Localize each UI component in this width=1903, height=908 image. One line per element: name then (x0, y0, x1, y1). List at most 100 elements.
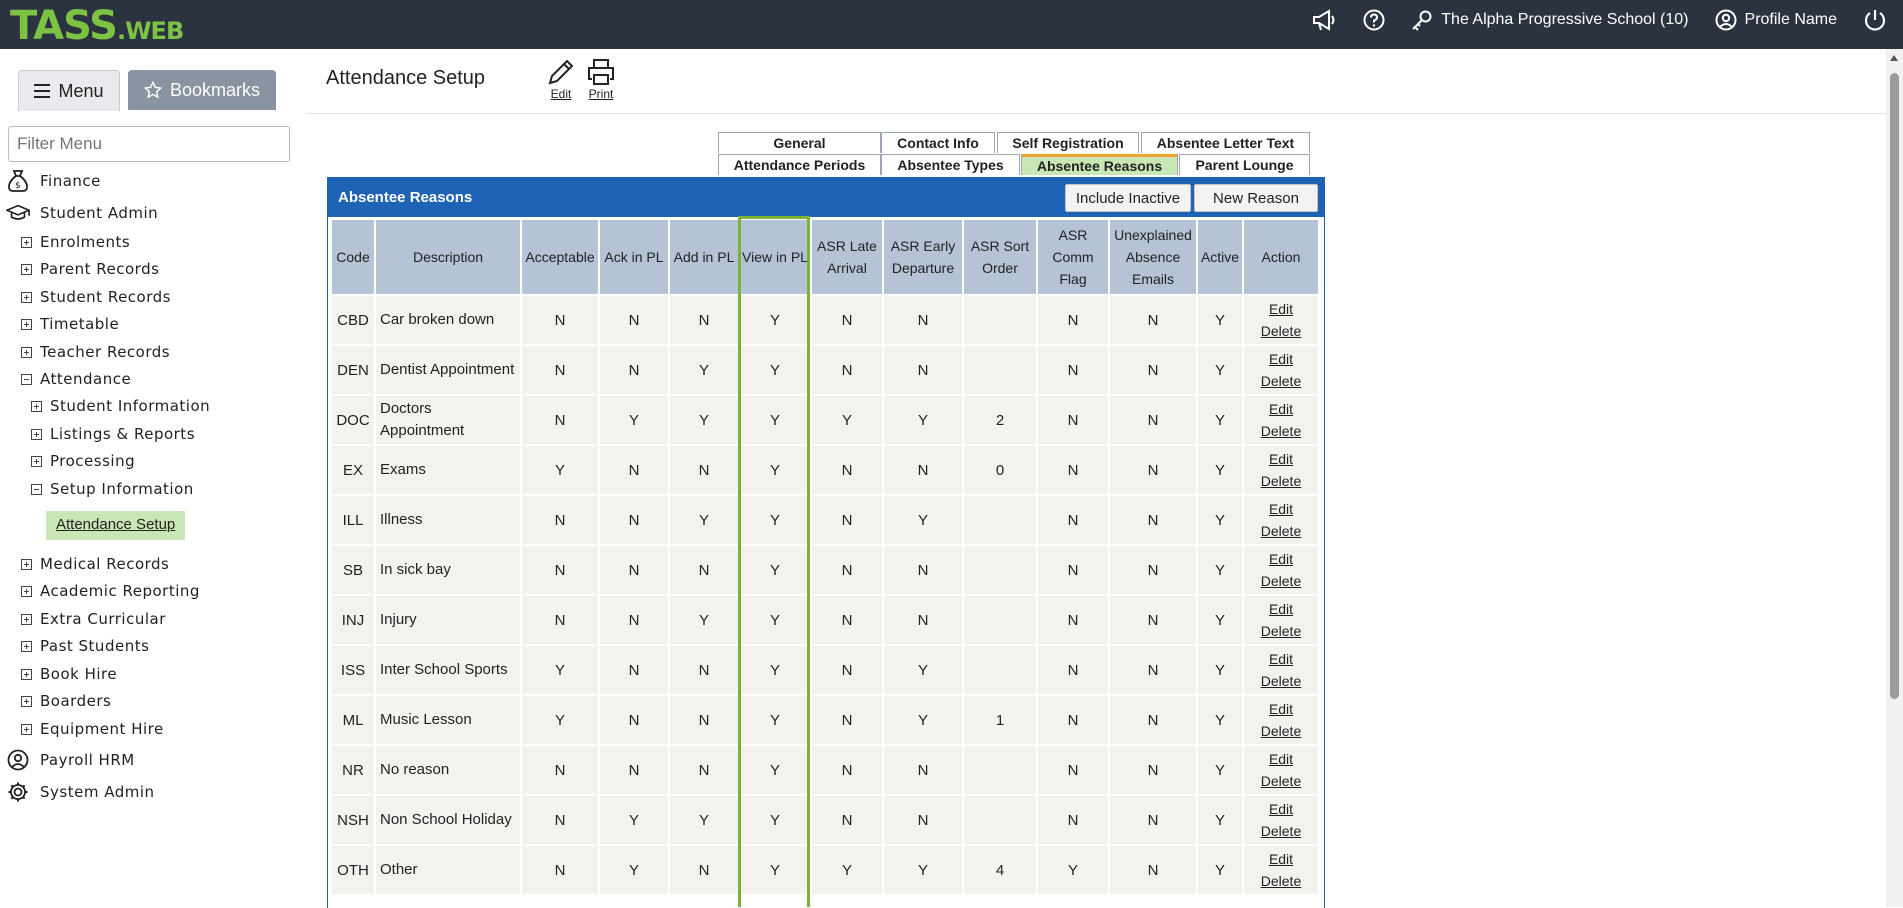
edit-link[interactable]: Edit (1247, 298, 1315, 320)
delete-link[interactable]: Delete (1247, 670, 1315, 692)
nav-student-records[interactable]: Student Records (21, 288, 171, 306)
edit-link[interactable]: Edit (1247, 698, 1315, 720)
edit-link[interactable]: Edit (1247, 498, 1315, 520)
nav-system-admin[interactable]: System Admin (6, 780, 155, 804)
edit-link[interactable]: Edit (1247, 648, 1315, 670)
nav-processing[interactable]: Processing (31, 452, 135, 470)
cell-action: Edit Delete (1242, 844, 1320, 896)
delete-link[interactable]: Delete (1247, 370, 1315, 392)
bookmarks-tab[interactable]: Bookmarks (128, 70, 276, 110)
col-unexplained-absence-emails[interactable]: Unexplained Absence Emails (1108, 218, 1198, 296)
edit-link[interactable]: Edit (1247, 448, 1315, 470)
cell-add-in-pl: N (668, 294, 740, 346)
edit-link[interactable]: Edit (1247, 398, 1315, 420)
col-add-in-pl[interactable]: Add in PL (668, 218, 740, 296)
col-asr-comm-flag[interactable]: ASR Comm Flag (1036, 218, 1110, 296)
nav-teacher-records[interactable]: Teacher Records (21, 343, 170, 361)
col-view-in-pl[interactable]: View in PL (738, 218, 812, 296)
power-icon[interactable] (1863, 8, 1887, 32)
nav-payroll-hrm[interactable]: Payroll HRM (6, 748, 135, 772)
user-circle-icon (6, 748, 30, 772)
tab-contact-info[interactable]: Contact Info (881, 132, 995, 153)
delete-link[interactable]: Delete (1247, 420, 1315, 442)
delete-link[interactable]: Delete (1247, 620, 1315, 642)
expand-icon (21, 723, 32, 735)
col-acceptable[interactable]: Acceptable (520, 218, 600, 296)
tab-parent-lounge[interactable]: Parent Lounge (1179, 154, 1310, 175)
nav-student-information[interactable]: Student Information (31, 397, 210, 415)
nav-setup-information[interactable]: Setup Information (31, 480, 194, 498)
scroll-up-icon[interactable] (1890, 55, 1898, 61)
school-name: The Alpha Progressive School (10) (1441, 11, 1689, 28)
tab-self-registration[interactable]: Self Registration (997, 132, 1139, 153)
nav-student-admin[interactable]: Student Admin (6, 201, 158, 225)
tab-general[interactable]: General (718, 132, 881, 153)
nav-boarders[interactable]: Boarders (21, 692, 111, 710)
tab-absentee-reasons[interactable]: Absentee Reasons (1021, 154, 1178, 175)
nav-label: Academic Reporting (40, 582, 200, 600)
delete-link[interactable]: Delete (1247, 320, 1315, 342)
col-code[interactable]: Code (330, 218, 376, 296)
nav-label: Equipment Hire (40, 720, 164, 738)
edit-link[interactable]: Edit (1247, 748, 1315, 770)
edit-link[interactable]: Edit (1247, 798, 1315, 820)
nav-equipment-hire[interactable]: Equipment Hire (21, 720, 164, 738)
cell-asr-comm-flag: N (1036, 494, 1110, 546)
delete-link[interactable]: Delete (1247, 770, 1315, 792)
cell-asr-sort-order: 1 (962, 694, 1038, 746)
nav-parent-records[interactable]: Parent Records (21, 260, 159, 278)
nav-timetable[interactable]: Timetable (21, 315, 119, 333)
panel-header: Absentee Reasons Include Inactive New Re… (328, 178, 1324, 217)
nav-book-hire[interactable]: Book Hire (21, 665, 117, 683)
cell-add-in-pl: N (668, 744, 740, 796)
new-reason-button[interactable]: New Reason (1194, 184, 1318, 212)
nav-finance[interactable]: $ Finance (6, 169, 101, 193)
col-action: Action (1242, 218, 1320, 296)
profile-menu[interactable]: Profile Name (1715, 9, 1837, 31)
cell-active: Y (1196, 744, 1244, 796)
cell-ack-in-pl: N (598, 744, 670, 796)
include-inactive-button[interactable]: Include Inactive (1065, 184, 1191, 212)
filter-menu-input[interactable] (8, 126, 290, 162)
edit-link[interactable]: Edit (1247, 848, 1315, 870)
nav-label: Book Hire (40, 665, 118, 683)
nav-past-students[interactable]: Past Students (21, 637, 149, 655)
edit-link[interactable]: Edit (1247, 598, 1315, 620)
edit-link[interactable]: Edit (1247, 548, 1315, 570)
nav-enrolments[interactable]: Enrolments (21, 233, 130, 251)
col-asr-late-arrival[interactable]: ASR Late Arrival (810, 218, 884, 296)
announcements-icon[interactable] (1311, 9, 1337, 31)
delete-link[interactable]: Delete (1247, 570, 1315, 592)
nav-attendance[interactable]: Attendance (21, 370, 131, 388)
col-ack-in-pl[interactable]: Ack in PL (598, 218, 670, 296)
nav-academic-reporting[interactable]: Academic Reporting (21, 582, 200, 600)
edit-button[interactable]: Edit (546, 57, 576, 101)
help-icon[interactable] (1363, 9, 1385, 31)
delete-link[interactable]: Delete (1247, 470, 1315, 492)
scroll-thumb[interactable] (1890, 73, 1899, 699)
print-button[interactable]: Print (586, 57, 616, 101)
col-description[interactable]: Description (374, 218, 522, 296)
cell-unexplained-absence-emails: N (1108, 544, 1198, 596)
nav-attendance-setup[interactable]: Attendance Setup (46, 511, 185, 540)
delete-link[interactable]: Delete (1247, 520, 1315, 542)
delete-link[interactable]: Delete (1247, 720, 1315, 742)
col-asr-early-departure[interactable]: ASR Early Departure (882, 218, 964, 296)
cell-active: Y (1196, 394, 1244, 446)
menu-tab[interactable]: Menu (18, 70, 120, 111)
page-scrollbar[interactable] (1886, 49, 1903, 907)
tab-absentee-types[interactable]: Absentee Types (881, 154, 1020, 175)
nav-listings-reports[interactable]: Listings & Reports (31, 425, 195, 443)
tab-absentee-letter-text[interactable]: Absentee Letter Text (1141, 132, 1310, 153)
profile-name: Profile Name (1744, 11, 1837, 28)
school-selector[interactable]: The Alpha Progressive School (10) (1411, 9, 1689, 31)
tass-logo[interactable]: TASS.WEB (10, 4, 184, 53)
col-active[interactable]: Active (1196, 218, 1244, 296)
col-asr-sort-order[interactable]: ASR Sort Order (962, 218, 1038, 296)
nav-medical-records[interactable]: Medical Records (21, 555, 169, 573)
tab-attendance-periods[interactable]: Attendance Periods (718, 154, 881, 175)
edit-link[interactable]: Edit (1247, 348, 1315, 370)
delete-link[interactable]: Delete (1247, 820, 1315, 842)
delete-link[interactable]: Delete (1247, 870, 1315, 892)
nav-extra-curricular[interactable]: Extra Curricular (21, 610, 166, 628)
